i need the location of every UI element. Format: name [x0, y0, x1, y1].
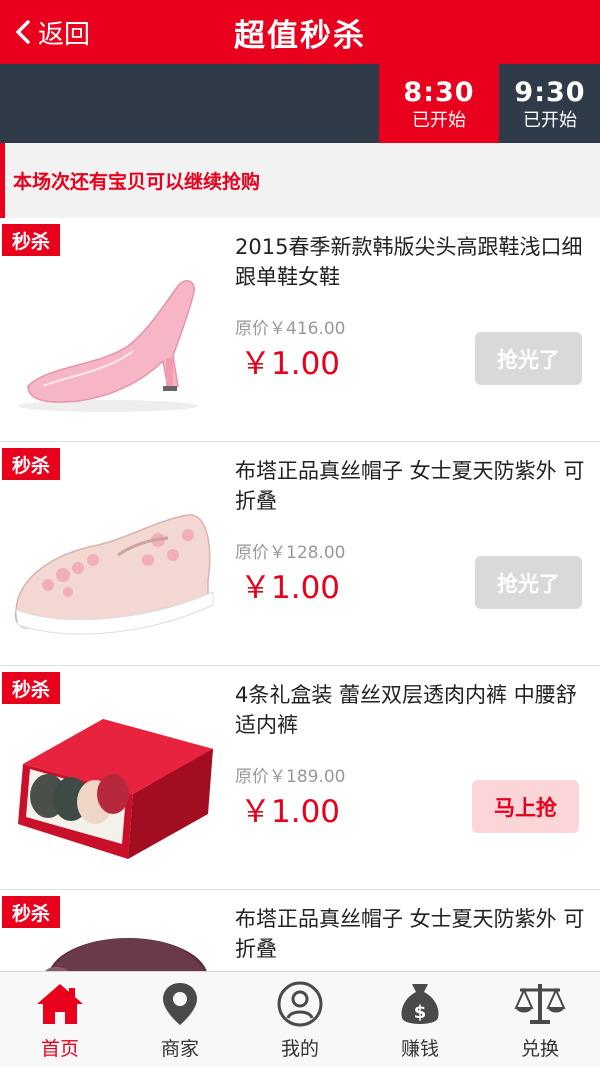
product-item[interactable]: 秒杀 4条礼盒装 蕾丝双层透肉内裤 中腰舒适内裤 原价￥189.00 ￥1.00…: [0, 666, 600, 890]
tab-mine[interactable]: 我的: [240, 972, 360, 1067]
tab-home[interactable]: 首页: [0, 972, 120, 1067]
tab-exchange[interactable]: 兑换: [480, 972, 600, 1067]
back-button[interactable]: 返回: [8, 0, 90, 64]
user-icon: [274, 980, 326, 1028]
product-image-lace-shoe: [14, 514, 214, 635]
product-list: 秒杀 2015春季新款韩版尖头高跟鞋浅口细跟单鞋女鞋 原价￥416.00 ￥1.…: [0, 218, 600, 1067]
back-label: 返回: [38, 19, 91, 50]
product-image-pink-heel: [18, 280, 198, 412]
tab-merchants[interactable]: 商家: [120, 972, 240, 1067]
svg-text:$: $: [414, 1002, 427, 1023]
time-slot-0930[interactable]: 9:30 已开始: [500, 64, 600, 143]
time-slot-bar: 8:30 已开始 9:30 已开始: [0, 64, 600, 155]
flash-sale-badge: 秒杀: [2, 224, 60, 256]
session-notice: 本场次还有宝贝可以继续抢购: [0, 143, 600, 218]
sale-price: ￥1.00: [240, 570, 341, 606]
flash-sale-badge: 秒杀: [2, 896, 60, 928]
tab-label: 赚钱: [400, 1038, 439, 1060]
time-slot-status: 已开始: [412, 110, 466, 131]
flash-sale-badge: 秒杀: [2, 448, 60, 480]
header-bar: 返回 超值秒杀: [0, 0, 600, 64]
chevron-left-icon: [8, 0, 38, 64]
sold-out-button[interactable]: 抢光了: [475, 556, 582, 609]
sale-price: ￥1.00: [240, 794, 341, 830]
time-slot-status: 已开始: [523, 110, 577, 131]
product-name: 4条礼盒装 蕾丝双层透肉内裤 中腰舒适内裤: [235, 683, 577, 737]
page-title: 超值秒杀: [234, 17, 366, 54]
product-name: 布塔正品真丝帽子 女士夏天防紫外 可折叠: [235, 907, 585, 961]
bottom-tab-bar: 首页 商家 我的 $ 赚钱 兑换: [0, 971, 600, 1067]
home-icon: [34, 980, 86, 1028]
time-slot-time: 8:30: [403, 77, 475, 108]
time-slot-0830[interactable]: 8:30 已开始: [379, 64, 499, 155]
flash-sale-badge: 秒杀: [2, 672, 60, 704]
tab-label: 兑换: [520, 1038, 559, 1060]
original-price: 原价￥416.00: [235, 319, 346, 339]
tab-label: 我的: [280, 1038, 319, 1060]
sold-out-button[interactable]: 抢光了: [475, 332, 582, 385]
tab-label: 首页: [40, 1038, 79, 1060]
money-bag-icon: $: [394, 980, 446, 1028]
sale-price: ￥1.00: [240, 346, 341, 382]
product-image-gift-box: [18, 719, 213, 859]
tab-earn[interactable]: $ 赚钱: [360, 972, 480, 1067]
scale-icon: [514, 980, 566, 1028]
product-name: 2015春季新款韩版尖头高跟鞋浅口细跟单鞋女鞋: [235, 235, 583, 289]
original-price: 原价￥189.00: [235, 767, 346, 787]
tab-label: 商家: [160, 1038, 199, 1060]
product-item[interactable]: 秒杀 布塔正品真丝帽子 女士夏天防紫外 可折叠 原价￥128.00 ￥1.00 …: [0, 442, 600, 666]
time-slot-time: 9:30: [514, 77, 586, 108]
notice-text: 本场次还有宝贝可以继续抢购: [13, 171, 261, 193]
flash-sale-screen: 返回 超值秒杀 8:30 已开始 9:30 已开始 本场次还有宝贝可以继续抢购 …: [0, 0, 600, 1067]
location-pin-icon: [154, 980, 206, 1028]
original-price: 原价￥128.00: [235, 543, 346, 563]
product-item[interactable]: 秒杀 2015春季新款韩版尖头高跟鞋浅口细跟单鞋女鞋 原价￥416.00 ￥1.…: [0, 218, 600, 442]
grab-now-button[interactable]: 马上抢: [472, 780, 579, 833]
product-name: 布塔正品真丝帽子 女士夏天防紫外 可折叠: [235, 459, 585, 513]
